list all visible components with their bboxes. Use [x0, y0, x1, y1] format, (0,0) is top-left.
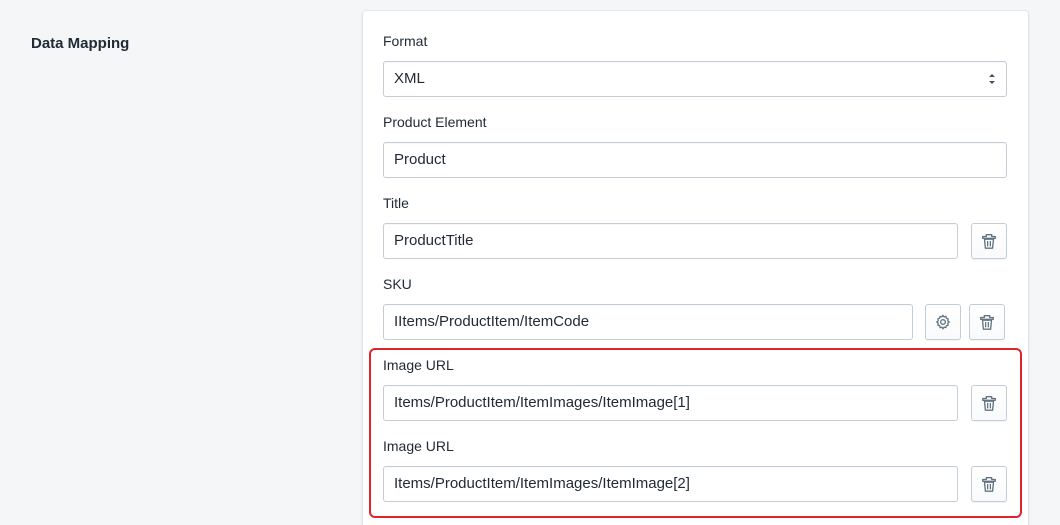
sku-input[interactable]: IItems/ProductItem/ItemCode: [383, 304, 913, 340]
trash-icon: [982, 396, 996, 411]
trash-icon: [980, 315, 994, 330]
image-url-input[interactable]: Items/ProductItem/ItemImages/ItemImage[2…: [383, 466, 958, 502]
title-input[interactable]: ProductTitle: [383, 223, 958, 259]
product-element-input[interactable]: Product: [383, 142, 1007, 178]
sku-label: SKU: [383, 276, 412, 292]
delete-image-url-button[interactable]: [971, 466, 1007, 502]
image-url-input[interactable]: Items/ProductItem/ItemImages/ItemImage[1…: [383, 385, 958, 421]
delete-title-button[interactable]: [971, 223, 1007, 259]
sku-settings-button[interactable]: [925, 304, 961, 340]
delete-sku-button[interactable]: [969, 304, 1005, 340]
image-url-label: Image URL: [383, 438, 454, 454]
format-select[interactable]: XML: [383, 61, 1007, 97]
format-label: Format: [383, 33, 428, 49]
select-arrows-icon: [989, 74, 995, 84]
title-label: Title: [383, 195, 409, 211]
section-title: Data Mapping: [31, 35, 130, 52]
product-element-label: Product Element: [383, 114, 487, 130]
gear-icon: [936, 314, 950, 330]
delete-image-url-button[interactable]: [971, 385, 1007, 421]
format-select-value: XML: [394, 70, 425, 87]
trash-icon: [982, 234, 996, 249]
trash-icon: [982, 477, 996, 492]
image-url-label: Image URL: [383, 357, 454, 373]
